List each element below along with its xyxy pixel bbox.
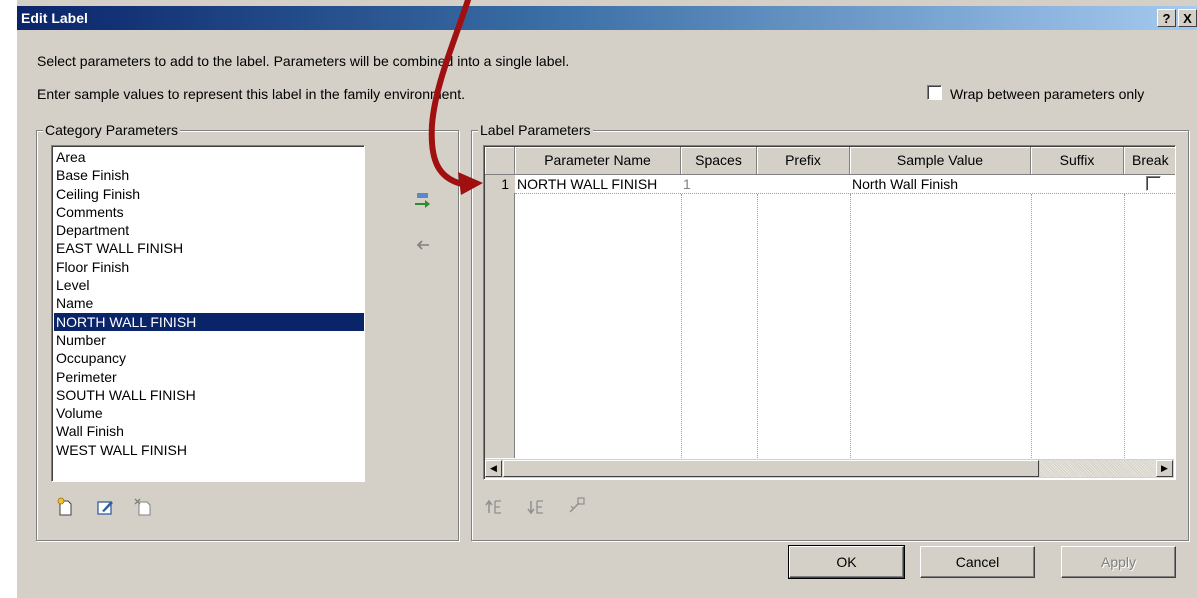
new-parameter-icon[interactable]: [55, 497, 75, 517]
list-item[interactable]: EAST WALL FINISH: [54, 239, 364, 257]
column-header-parameter-name[interactable]: Parameter Name: [515, 147, 681, 175]
cell-parameter-name[interactable]: NORTH WALL FINISH: [515, 175, 681, 193]
scroll-track[interactable]: [1040, 460, 1156, 477]
break-checkbox[interactable]: [1146, 176, 1161, 191]
wrap-between-parameters-label: Wrap between parameters only: [950, 86, 1145, 102]
edit-parameter-icon[interactable]: [95, 497, 115, 517]
cell-spaces[interactable]: 1: [681, 175, 757, 193]
column-divider: [1031, 194, 1032, 458]
scroll-thumb[interactable]: [503, 460, 1039, 477]
list-item[interactable]: Perimeter: [54, 368, 364, 386]
list-item[interactable]: Area: [54, 148, 364, 166]
category-parameters-list[interactable]: Area Base Finish Ceiling Finish Comments Dep…: [51, 145, 365, 482]
window-title: Edit Label: [21, 10, 88, 26]
corner-header: [485, 147, 515, 175]
column-header-spaces[interactable]: Spaces: [681, 147, 757, 175]
list-item[interactable]: Floor Finish: [54, 258, 364, 276]
cell-sample-value[interactable]: North Wall Finish: [850, 175, 1031, 193]
cell-suffix[interactable]: [1031, 175, 1124, 193]
instruction-line-1: Select parameters to add to the label. P…: [37, 53, 570, 69]
edit-format-icon[interactable]: [567, 495, 587, 515]
label-parameters-title: Label Parameters: [478, 122, 593, 138]
column-divider: [850, 194, 851, 458]
list-item[interactable]: Occupancy: [54, 349, 364, 367]
delete-parameter-icon[interactable]: [133, 497, 153, 517]
label-parameters-table[interactable]: Parameter Name Spaces Prefix Sample Valu…: [483, 145, 1176, 480]
horizontal-scrollbar[interactable]: ◀ ▶: [485, 459, 1174, 478]
cancel-button[interactable]: Cancel: [920, 546, 1035, 578]
list-item[interactable]: Wall Finish: [54, 422, 364, 440]
instruction-line-2: Enter sample values to represent this la…: [37, 86, 465, 102]
row-divider: [515, 193, 1175, 194]
row-header-column: [485, 147, 515, 458]
apply-button: Apply: [1061, 546, 1176, 578]
column-divider: [681, 194, 682, 458]
ok-button[interactable]: OK: [788, 545, 905, 579]
list-item[interactable]: SOUTH WALL FINISH: [54, 386, 364, 404]
list-item[interactable]: NORTH WALL FINISH: [54, 312, 364, 331]
column-header-break[interactable]: Break: [1124, 147, 1175, 175]
cell-prefix[interactable]: [757, 175, 850, 193]
move-up-icon[interactable]: [485, 497, 505, 517]
column-divider: [1124, 194, 1125, 458]
list-item[interactable]: WEST WALL FINISH: [54, 441, 364, 459]
list-item[interactable]: Level: [54, 276, 364, 294]
list-item[interactable]: Number: [54, 331, 364, 349]
list-item[interactable]: Ceiling Finish: [54, 185, 364, 203]
category-parameters-title: Category Parameters: [43, 122, 181, 138]
add-to-label-arrow-icon[interactable]: [412, 190, 432, 210]
list-item[interactable]: Volume: [54, 404, 364, 422]
title-bar[interactable]: Edit Label ? X: [17, 6, 1197, 30]
column-header-prefix[interactable]: Prefix: [757, 147, 850, 175]
close-button[interactable]: X: [1178, 9, 1197, 27]
list-item[interactable]: Department: [54, 221, 364, 239]
column-divider: [757, 194, 758, 458]
column-header-suffix[interactable]: Suffix: [1031, 147, 1124, 175]
column-header-sample-value[interactable]: Sample Value: [850, 147, 1031, 175]
row-number[interactable]: 1: [485, 175, 515, 193]
edit-label-dialog: Edit Label ? X Select parameters to add …: [16, 0, 1197, 598]
list-item[interactable]: Name: [54, 294, 364, 312]
list-item[interactable]: Base Finish: [54, 166, 364, 184]
remove-from-label-arrow-icon[interactable]: [412, 235, 432, 255]
wrap-between-parameters-checkbox[interactable]: [927, 85, 942, 100]
help-button[interactable]: ?: [1157, 9, 1176, 27]
scroll-right-button[interactable]: ▶: [1156, 460, 1173, 477]
scroll-left-button[interactable]: ◀: [485, 460, 502, 477]
list-item[interactable]: Comments: [54, 203, 364, 221]
move-down-icon[interactable]: [527, 497, 547, 517]
